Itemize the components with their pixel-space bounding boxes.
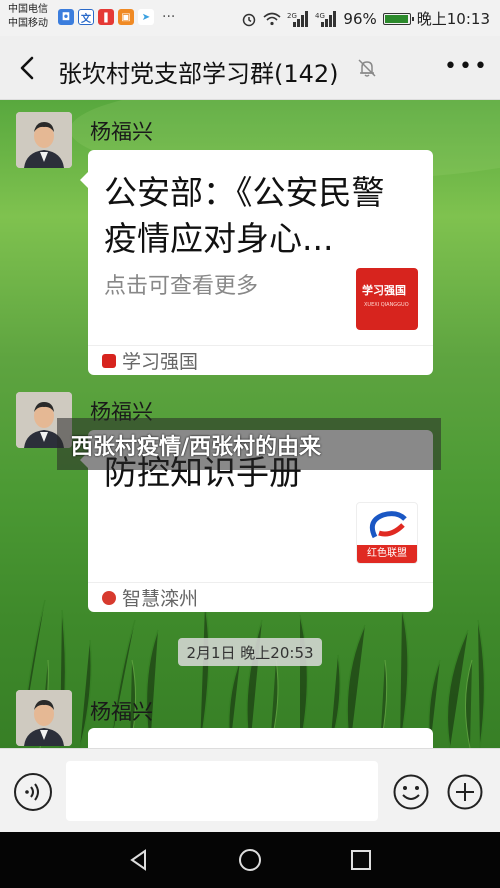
emoji-button[interactable] bbox=[392, 773, 430, 811]
zhihui-source-icon bbox=[102, 590, 116, 605]
battery-percent: 96% bbox=[343, 9, 377, 28]
more-options-button[interactable]: ••• bbox=[444, 54, 489, 79]
thumb-text: 红色联盟 bbox=[357, 545, 417, 563]
hongse-lianmeng-logo-thumb: 红色联盟 bbox=[356, 502, 418, 564]
status-bar: 中国电信 中国移动 ◘ 文 ❚ ▣ ➤ ··· 2G 4G 96% 晚上10:1… bbox=[0, 0, 500, 36]
source-label: 学习强国 bbox=[122, 351, 199, 373]
sender-avatar[interactable] bbox=[16, 112, 72, 168]
swoosh-logo-icon bbox=[369, 511, 407, 539]
chat-title: 张坎村党支部学习群(142) bbox=[58, 60, 339, 88]
app-notification-icon: ▣ bbox=[118, 9, 134, 25]
voice-icon bbox=[25, 783, 39, 801]
xuexi-source-icon bbox=[102, 353, 116, 368]
card-title: 公安部：《公安民警疫情应对身心... bbox=[104, 173, 385, 258]
sender-avatar[interactable] bbox=[16, 690, 72, 746]
person-photo-icon bbox=[16, 112, 72, 168]
xuexi-logo-thumb: 学习强国 XUEXI QIANGGUO bbox=[356, 268, 418, 330]
thumb-subtext: XUEXI QIANGGUO bbox=[364, 302, 409, 308]
battery-level bbox=[384, 14, 408, 23]
back-arrow-icon bbox=[20, 56, 34, 80]
notification-icons: ◘ 文 ❚ ▣ ➤ ··· bbox=[58, 9, 175, 25]
caption-text: 西张村疫情/西张村的由来 bbox=[71, 435, 322, 460]
message-input[interactable] bbox=[66, 761, 378, 821]
translate-notification-icon: 文 bbox=[78, 9, 94, 25]
wifi-icon bbox=[263, 12, 281, 25]
input-bar bbox=[0, 748, 500, 832]
nav-back-button[interactable] bbox=[125, 846, 153, 874]
nav-recents-button[interactable] bbox=[347, 846, 375, 874]
link-card[interactable]: 公安部：《公安民警疫情应对身心... 点击可查看更多 学习强国 XUEXI QI… bbox=[80, 150, 433, 375]
source-label: 智慧滦州 bbox=[122, 588, 199, 610]
card-description: 点击可查看更多 bbox=[104, 274, 259, 299]
app-notification-icon: ❚ bbox=[98, 9, 114, 25]
carrier-info: 中国电信 中国移动 bbox=[8, 3, 48, 31]
status-indicators: 2G 4G 96% 晚上10:13 bbox=[241, 8, 490, 29]
alarm-icon bbox=[243, 13, 256, 26]
voice-button[interactable] bbox=[14, 773, 52, 811]
caption-overlay: 西张村疫情/西张村的由来 bbox=[57, 418, 441, 470]
clock: 晚上10:13 bbox=[416, 10, 490, 28]
sender-name: 杨福兴 bbox=[90, 120, 153, 144]
person-photo-icon bbox=[16, 690, 72, 746]
chat-area[interactable]: 杨福兴 公安部：《公安民警疫情应对身心... 点击可查看更多 学习强国 XUEX… bbox=[0, 100, 500, 748]
carrier-2: 中国移动 bbox=[8, 18, 48, 29]
signal-2-icon: 4G bbox=[315, 10, 337, 27]
card-source: 学习强国 bbox=[88, 345, 433, 375]
link-card[interactable] bbox=[88, 728, 433, 748]
system-nav-bar bbox=[0, 832, 500, 888]
more-notifications-icon: ··· bbox=[162, 9, 176, 25]
network-1-label: 2G bbox=[287, 12, 297, 20]
back-button[interactable] bbox=[14, 50, 42, 86]
send-notification-icon: ➤ bbox=[138, 9, 154, 25]
battery-icon bbox=[382, 12, 414, 25]
app-notification-icon: ◘ bbox=[58, 9, 74, 25]
network-2-label: 4G bbox=[315, 12, 325, 20]
sender-name: 杨福兴 bbox=[90, 700, 153, 724]
carrier-1: 中国电信 bbox=[8, 4, 48, 15]
card-source: 智慧滦州 bbox=[88, 582, 433, 612]
plus-button[interactable] bbox=[446, 773, 484, 811]
chat-header: 张坎村党支部学习群(142) ••• bbox=[0, 36, 500, 100]
mute-bell-icon bbox=[358, 59, 376, 77]
nav-home-button[interactable] bbox=[236, 846, 264, 874]
thumb-text: 学习强国 bbox=[362, 284, 406, 297]
message-timestamp: 2月1日 晚上20:53 bbox=[178, 638, 322, 666]
signal-1-icon: 2G bbox=[287, 10, 309, 27]
